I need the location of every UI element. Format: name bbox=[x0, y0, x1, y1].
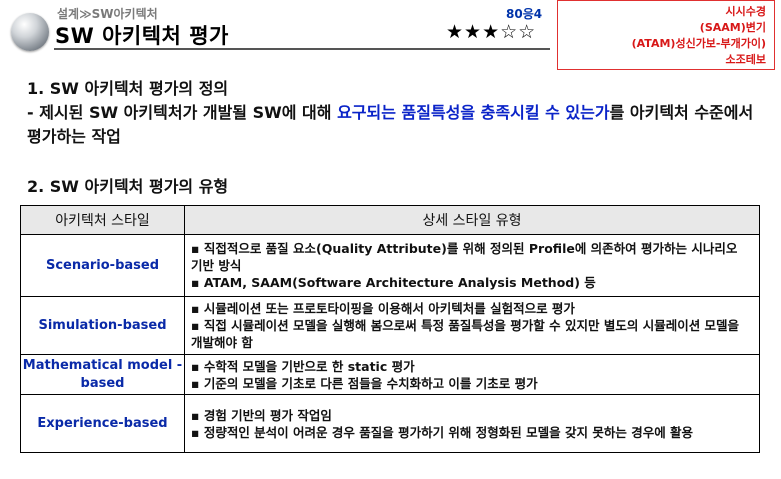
keyword-box: 시시수경 (SAAM)변기 (ATAM)성신가보-부개가이) 소조테보 bbox=[557, 0, 775, 70]
detail-item: ▪ 시뮬레이션 또는 프로토타이핑을 이용해서 아키텍처를 실험적으로 평가 bbox=[191, 301, 575, 316]
slide-header: 설계≫SW아키텍처 SW 아키텍처 평가 80응4 ★★★☆☆ 시시수경 (SA… bbox=[0, 0, 781, 70]
table-row: Simulation-based ▪ 시뮬레이션 또는 프로토타이핑을 이용해서… bbox=[20, 296, 760, 355]
sphere-bullet-icon bbox=[11, 13, 49, 51]
section2-title: 2. SW 아키텍처 평가의 유형 bbox=[27, 177, 229, 196]
detail-item: ▪ ATAM, SAAM(Software Architecture Analy… bbox=[191, 275, 596, 290]
keyword-line: 소조테보 bbox=[725, 53, 766, 66]
style-name: Scenario-based bbox=[20, 234, 185, 297]
detail-item: ▪ 경험 기반의 평가 작업임 bbox=[191, 407, 332, 423]
exam-code: 80응4 bbox=[506, 7, 543, 21]
detail-item: ▪ 기준의 모델을 기초로 다른 점들을 수치화하고 이를 기초로 평가 bbox=[191, 375, 538, 391]
style-detail: ▪ 수학적 모델을 기반으로 한 static 평가 ▪ 기준의 모델을 기초로… bbox=[184, 354, 760, 395]
table-row: Mathematical model -based ▪ 수학적 모델을 기반으로… bbox=[20, 354, 760, 395]
title-underline bbox=[54, 48, 550, 50]
definition-prefix: - 제시된 SW 아키텍처가 개발될 SW에 대해 bbox=[27, 103, 338, 122]
keyword-line: (ATAM)성신가보-부개가이) bbox=[631, 37, 766, 50]
detail-item: ▪ 직접 시뮬레이션 모델을 실행해 봄으로써 특정 품질특성을 평가할 수 있… bbox=[191, 318, 740, 350]
style-detail: ▪ 경험 기반의 평가 작업임 ▪ 정량적인 분석이 어려운 경우 품질을 평가… bbox=[184, 394, 760, 453]
section1-title: 1. SW 아키텍처 평가의 정의 bbox=[27, 79, 229, 98]
style-name: Simulation-based bbox=[20, 296, 185, 355]
style-detail: ▪ 직접적으로 품질 요소(Quality Attribute)를 위해 정의된… bbox=[184, 234, 760, 297]
definition-highlight: 요구되는 품질특성을 충족시킬 수 있는가 bbox=[337, 103, 610, 122]
style-name: Experience-based bbox=[20, 394, 185, 453]
detail-item: ▪ 수학적 모델을 기반으로 한 static 평가 bbox=[191, 358, 415, 374]
column-header-style: 아키텍처 스타일 bbox=[20, 205, 185, 235]
difficulty-stars: ★★★☆☆ bbox=[446, 21, 537, 43]
table-row: Experience-based ▪ 경험 기반의 평가 작업임 ▪ 정량적인 … bbox=[20, 394, 760, 453]
table-row: Scenario-based ▪ 직접적으로 품질 요소(Quality Att… bbox=[20, 234, 760, 297]
section1-body: - 제시된 SW 아키텍처가 개발될 SW에 대해 요구되는 품질특성을 충족시… bbox=[27, 101, 757, 149]
style-detail: ▪ 시뮬레이션 또는 프로토타이핑을 이용해서 아키텍처를 실험적으로 평가 ▪… bbox=[184, 296, 760, 355]
evaluation-type-table: 아키텍처 스타일 상세 스타일 유형 Scenario-based ▪ 직접적으… bbox=[20, 205, 760, 453]
keyword-line: (SAAM)변기 bbox=[699, 21, 766, 34]
page-title: SW 아키텍처 평가 bbox=[55, 24, 229, 48]
detail-item: ▪ 정량적인 분석이 어려운 경우 품질을 평가하기 위해 정형화된 모델을 갖… bbox=[191, 424, 694, 440]
detail-item: ▪ 직접적으로 품질 요소(Quality Attribute)를 위해 정의된… bbox=[191, 241, 738, 273]
keyword-line: 시시수경 bbox=[725, 5, 766, 18]
style-name: Mathematical model -based bbox=[20, 354, 185, 395]
table-header-row: 아키텍처 스타일 상세 스타일 유형 bbox=[20, 205, 760, 235]
column-header-detail: 상세 스타일 유형 bbox=[184, 205, 760, 235]
